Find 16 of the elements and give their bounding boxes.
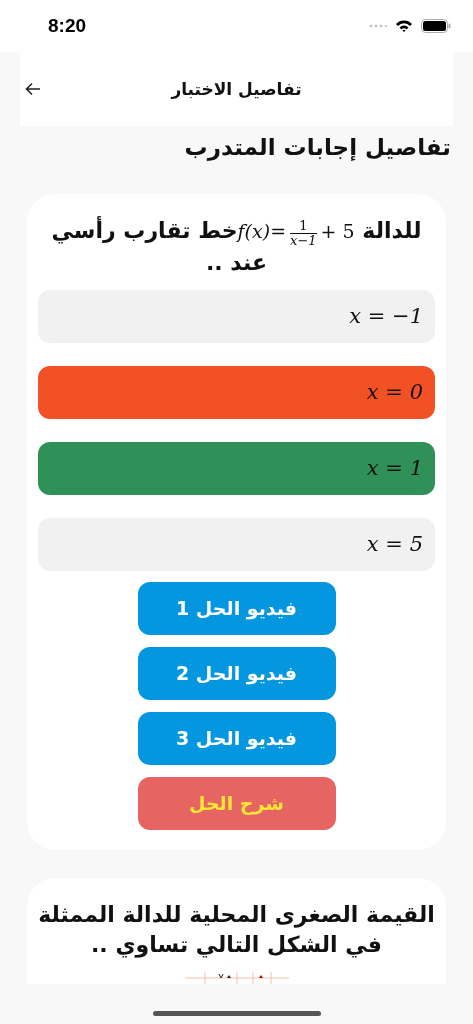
question-text: القيمة الصغرى المحلية للدالة الممثلة في الشكل التالي تساوي .. — [38, 900, 435, 960]
answer-option[interactable]: x = −1 — [38, 289, 435, 343]
explanation-button[interactable]: شرح الحل — [137, 776, 336, 830]
page-title: تفاصيل إجابات المتدرب — [184, 134, 451, 163]
back-icon[interactable] — [24, 80, 42, 98]
answer-option[interactable]: x = 0 — [38, 365, 435, 419]
video-button[interactable]: فيديو الحل 3 — [137, 711, 336, 765]
answer-option[interactable]: x = 1 — [38, 441, 435, 495]
answer-option[interactable]: x = 5 — [38, 517, 435, 571]
wifi-icon — [395, 19, 413, 33]
video-button[interactable]: فيديو الحل 1 — [137, 581, 336, 635]
signal-icon — [369, 24, 387, 28]
video-button[interactable]: فيديو الحل 2 — [137, 646, 336, 700]
header-title: تفاصيل الاختبار — [171, 79, 302, 99]
status-time: 8:20 — [48, 15, 87, 37]
battery-icon — [421, 19, 451, 33]
